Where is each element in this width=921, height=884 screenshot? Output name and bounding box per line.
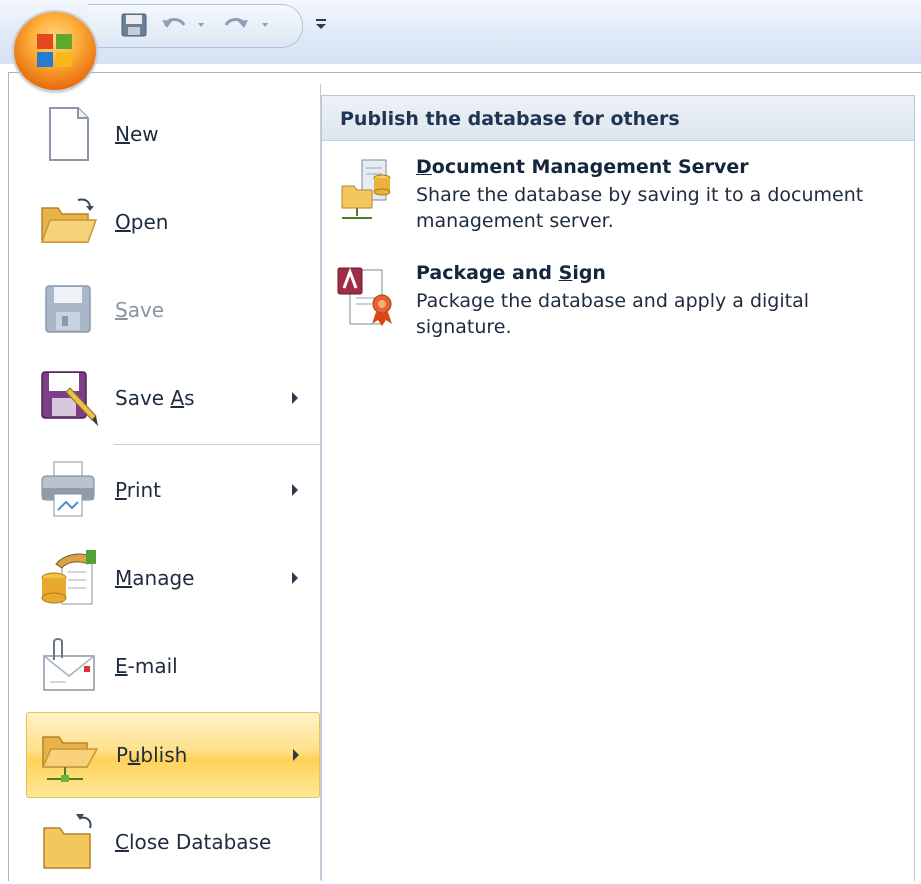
menu-item-print[interactable]: Print <box>14 448 320 532</box>
menu-item-label: New <box>115 122 159 146</box>
menu-item-label: Close Database <box>115 830 272 854</box>
submenu-arrow-icon <box>290 482 300 496</box>
save-disk-icon <box>36 280 100 340</box>
submenu-header: Publish the database for others <box>322 96 914 141</box>
menu-item-email[interactable]: E-mail <box>14 624 320 708</box>
menu-item-label: Manage <box>115 566 195 590</box>
submenu-arrow-icon <box>290 390 300 404</box>
menu-separator <box>114 444 320 445</box>
menu-item-label: Print <box>115 478 162 502</box>
redo-icon[interactable] <box>222 12 276 38</box>
menu-item-save-as[interactable]: Save As <box>14 356 320 440</box>
menu-item-publish[interactable]: Publish <box>26 712 320 798</box>
document-server-icon <box>336 158 400 222</box>
publish-folder-icon <box>37 725 101 785</box>
save-as-icon <box>36 368 100 428</box>
package-sign-icon <box>336 264 400 328</box>
menu-item-label: E-mail <box>115 654 178 678</box>
save-icon[interactable] <box>120 12 148 38</box>
menu-item-close-database[interactable]: Close Database <box>14 800 320 884</box>
menu-item-label: Save As <box>115 386 195 410</box>
menu-item-label: Open <box>115 210 169 234</box>
customize-dropdown-icon[interactable] <box>313 14 329 34</box>
option-title: Package and Sign <box>416 262 606 284</box>
submenu-header-title: Publish the database for others <box>340 108 680 130</box>
open-folder-icon <box>36 192 100 252</box>
undo-icon[interactable] <box>160 12 210 38</box>
printer-icon <box>36 460 100 520</box>
submenu-arrow-icon <box>291 747 301 761</box>
publish-submenu-pane: Publish the database for others Document… <box>321 95 915 881</box>
menu-item-manage[interactable]: Manage <box>14 536 320 620</box>
office-logo-icon <box>37 34 72 67</box>
new-document-icon <box>36 104 100 164</box>
option-title: Document Management Server <box>416 156 749 178</box>
option-description: Share the database by saving it to a doc… <box>416 184 864 232</box>
menu-item-open[interactable]: Open <box>14 180 320 264</box>
email-icon <box>36 636 100 696</box>
office-button[interactable] <box>14 12 96 90</box>
option-package-and-sign[interactable]: Package and Sign Package the database an… <box>336 260 906 356</box>
manage-database-icon <box>36 548 100 608</box>
menu-item-save[interactable]: Save <box>14 268 320 352</box>
option-description: Package the database and apply a digital… <box>416 290 809 338</box>
menu-item-label: Publish <box>116 743 188 767</box>
submenu-arrow-icon <box>290 570 300 584</box>
menu-item-new[interactable]: New <box>14 92 320 176</box>
menu-item-label: Save <box>115 298 165 322</box>
close-folder-icon <box>36 812 100 872</box>
option-document-management-server[interactable]: Document Management Server Share the dat… <box>336 154 906 250</box>
